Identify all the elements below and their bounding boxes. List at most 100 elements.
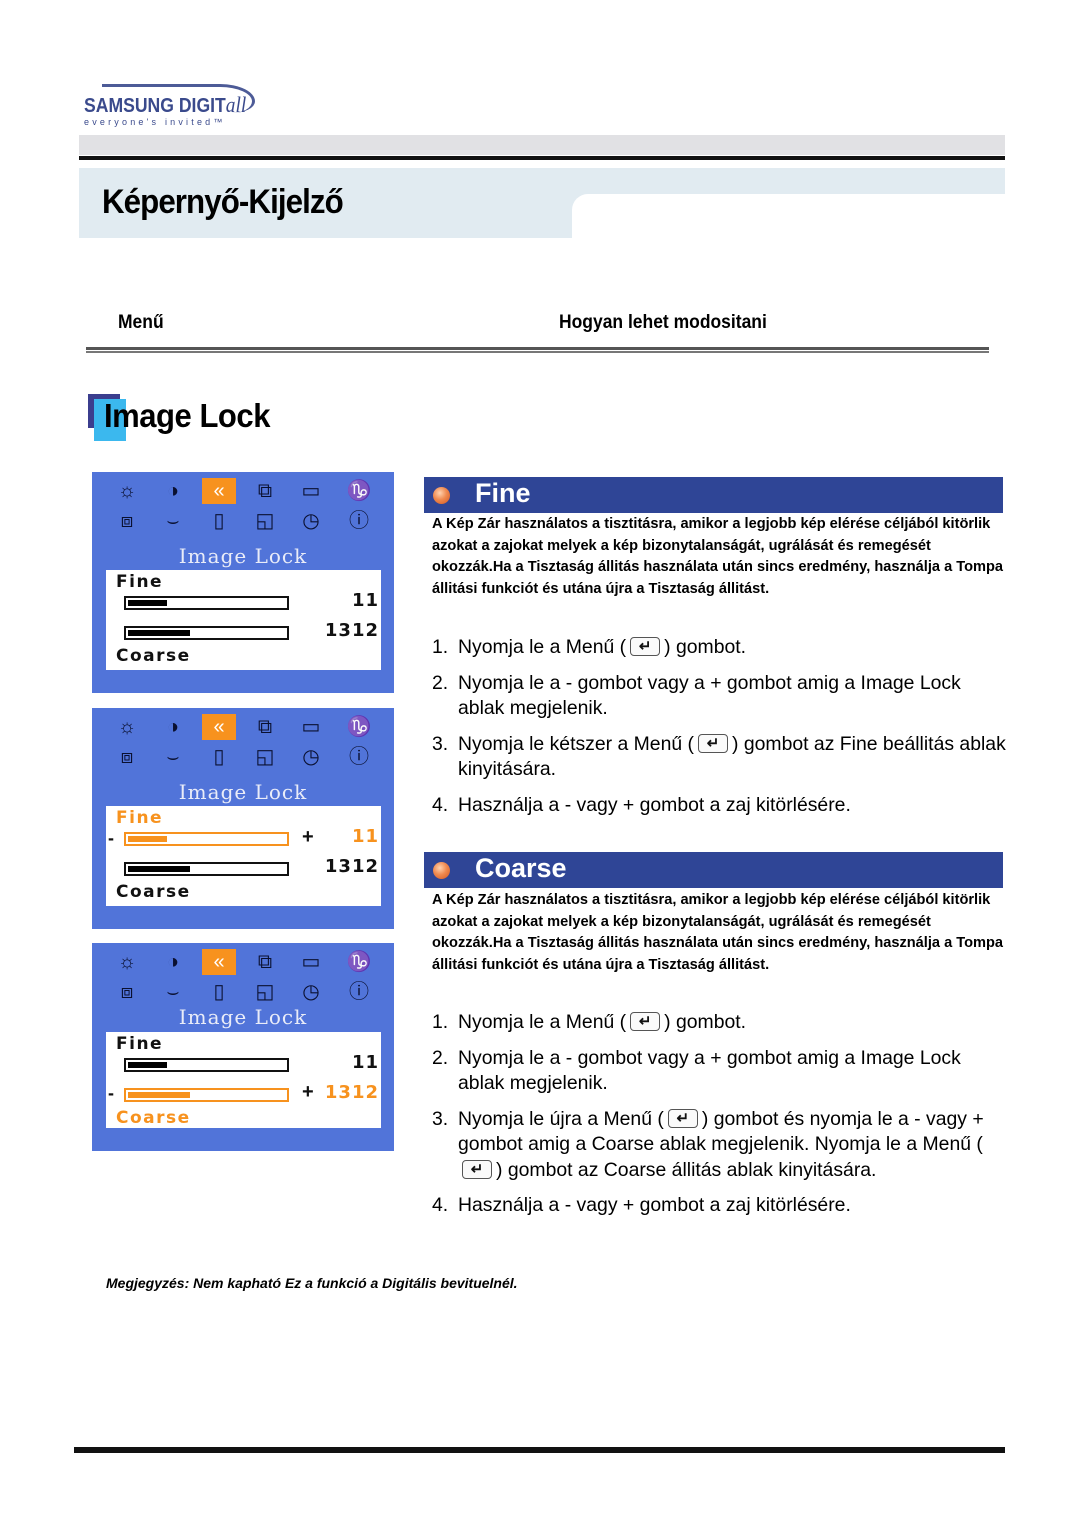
step-text: ) gombot.	[664, 1011, 747, 1033]
information-icon[interactable]: ⓘ	[342, 744, 376, 770]
osd-title: Image Lock	[178, 1005, 308, 1029]
osd-fine-slider[interactable]	[124, 596, 289, 610]
size-icon[interactable]: ▭	[294, 478, 328, 504]
brightness-icon[interactable]: ☼	[110, 949, 144, 975]
step-number: 4.	[432, 793, 449, 816]
recall-icon[interactable]: ⌣	[156, 744, 190, 770]
step-item: 3.Nyomja le kétszer a Menű () gombot az …	[432, 731, 1007, 783]
window-icon[interactable]: ◱	[248, 979, 282, 1005]
contrast-icon[interactable]: ◑	[156, 949, 190, 975]
menu-enter-key-icon	[698, 731, 729, 756]
pip-icon[interactable]: ▯	[202, 744, 236, 770]
zoom-icon[interactable]: ⧈	[110, 979, 144, 1005]
step-text: Nyomja le a - gombot vagy a + gombot ami…	[458, 1046, 961, 1095]
step-number: 3.	[432, 732, 449, 755]
osd-fine-value: 11	[351, 1052, 379, 1073]
page-title: Képernyő-Kijelző	[102, 183, 344, 221]
osd-icon-grid: ☼ ◑ « ⧉ ▭ ♑ ⧈ ⌣ ▯ ◱ ◷ ⓘ	[110, 949, 390, 1011]
menu-enter-key-icon	[462, 1157, 492, 1182]
step-text: ) gombot az Coarse állitás ablak kinyitá…	[496, 1158, 877, 1181]
osd-fine-slider[interactable]	[124, 1058, 289, 1072]
zoom-icon[interactable]: ⧈	[110, 744, 144, 770]
column-heading-how-to: Hogyan lehet modositani	[559, 312, 767, 333]
timer-icon[interactable]: ◷	[294, 508, 328, 534]
information-icon[interactable]: ⓘ	[342, 508, 376, 534]
osd-minus-button[interactable]: -	[108, 1083, 114, 1104]
osd-title: Image Lock	[178, 544, 308, 568]
coarse-subheading: Coarse	[424, 852, 1003, 888]
title-band-notch	[572, 194, 1005, 244]
step-item: 1. Nyomja le a Menű () gombot.	[432, 1009, 1007, 1036]
osd-fine-value: 11	[351, 826, 379, 847]
size-icon[interactable]: ▭	[294, 949, 328, 975]
header-divider	[79, 156, 1005, 160]
osd-fine-slider[interactable]	[124, 832, 289, 846]
coarse-title: Coarse	[475, 853, 567, 883]
section-title: Image Lock	[104, 397, 270, 434]
osd-adjust-box: Fine 11 1312 Coarse	[106, 570, 381, 670]
position-icon[interactable]: ⧉	[248, 714, 282, 740]
osd-plus-button[interactable]: +	[302, 826, 314, 849]
logo-tagline: everyone's invited™	[84, 117, 226, 127]
size-icon[interactable]: ▭	[294, 714, 328, 740]
step-text: Használja a - vagy + gombot a zaj kitörl…	[458, 1194, 851, 1216]
osd-coarse-label: Coarse	[116, 646, 191, 666]
osd-plus-button[interactable]: +	[302, 1081, 314, 1104]
osd-coarse-slider[interactable]	[124, 626, 289, 640]
color-temperature-icon[interactable]: ♑	[342, 478, 376, 504]
step-text: Nyomja le a - gombot vagy a + gombot ami…	[458, 671, 961, 720]
step-number: 1.	[432, 1011, 449, 1033]
samsung-logo: SAMSUNG DIGITall everyone's invited™	[82, 84, 255, 134]
menu-enter-key-icon	[630, 1009, 661, 1035]
step-item: 4. Használja a - vagy + gombot a zaj kitö…	[432, 1193, 1007, 1219]
step-text: Nyomja le újra a Menű (	[458, 1107, 664, 1130]
recall-icon[interactable]: ⌣	[156, 508, 190, 534]
timer-icon[interactable]: ◷	[294, 979, 328, 1005]
osd-title: Image Lock	[178, 780, 308, 804]
osd-fine-value: 11	[351, 590, 379, 611]
step-number: 4.	[432, 1194, 449, 1216]
brightness-icon[interactable]: ☼	[110, 714, 144, 740]
osd-coarse-value: 1312	[324, 856, 379, 877]
footer-divider	[74, 1447, 1005, 1453]
color-temperature-icon[interactable]: ♑	[342, 949, 376, 975]
bullet-ball-icon	[433, 862, 450, 879]
pip-icon[interactable]: ▯	[202, 508, 236, 534]
window-icon[interactable]: ◱	[248, 744, 282, 770]
osd-fine-slider-fill	[128, 836, 168, 842]
image-lock-icon[interactable]: «	[202, 714, 236, 740]
zoom-icon[interactable]: ⧈	[110, 508, 144, 534]
step-number: 3.	[432, 1107, 449, 1130]
pip-icon[interactable]: ▯	[202, 979, 236, 1005]
information-icon[interactable]: ⓘ	[342, 979, 376, 1005]
contrast-icon[interactable]: ◑	[156, 478, 190, 504]
recall-icon[interactable]: ⌣	[156, 979, 190, 1005]
window-icon[interactable]: ◱	[248, 508, 282, 534]
osd-fine-label: Fine	[116, 1034, 164, 1054]
timer-icon[interactable]: ◷	[294, 744, 328, 770]
header-grey-band	[79, 135, 1005, 155]
image-lock-icon[interactable]: «	[202, 949, 236, 975]
osd-fine-slider-fill	[128, 600, 168, 606]
position-icon[interactable]: ⧉	[248, 478, 282, 504]
osd-coarse-value: 1312	[324, 1082, 379, 1103]
osd-coarse-slider[interactable]	[124, 862, 289, 876]
menu-enter-key-icon	[667, 1106, 698, 1131]
osd-panel-fine-active: ☼ ◑ « ⧉ ▭ ♑ ⧈ ⌣ ▯ ◱ ◷ ⓘ Image Lock Fine - +11 1312 Coarse	[92, 708, 394, 929]
column-divider	[86, 347, 989, 353]
color-temperature-icon[interactable]: ♑	[342, 714, 376, 740]
osd-fine-slider-fill	[128, 1062, 168, 1068]
contrast-icon[interactable]: ◑	[156, 714, 190, 740]
osd-icon-grid: ☼ ◑ « ⧉ ▭ ♑ ⧈ ⌣ ▯ ◱ ◷ ⓘ	[110, 478, 390, 540]
footnote: Megjegyzés: Nem kapható Ez a funkció a D…	[106, 1275, 518, 1291]
menu-enter-key-icon	[630, 634, 661, 660]
osd-coarse-slider-fill	[128, 1092, 190, 1098]
coarse-description: A Kép Zár használatos a tisztitásra, ami…	[432, 892, 1003, 974]
brightness-icon[interactable]: ☼	[110, 478, 144, 504]
osd-coarse-label: Coarse	[116, 1108, 191, 1128]
position-icon[interactable]: ⧉	[248, 949, 282, 975]
osd-coarse-slider[interactable]	[124, 1088, 289, 1102]
osd-minus-button[interactable]: -	[108, 828, 114, 849]
osd-panel-coarse-active: ☼ ◑ « ⧉ ▭ ♑ ⧈ ⌣ ▯ ◱ ◷ ⓘ Image Lock Fine 11 - +1312 Coarse	[92, 943, 394, 1151]
image-lock-icon[interactable]: «	[202, 478, 236, 504]
